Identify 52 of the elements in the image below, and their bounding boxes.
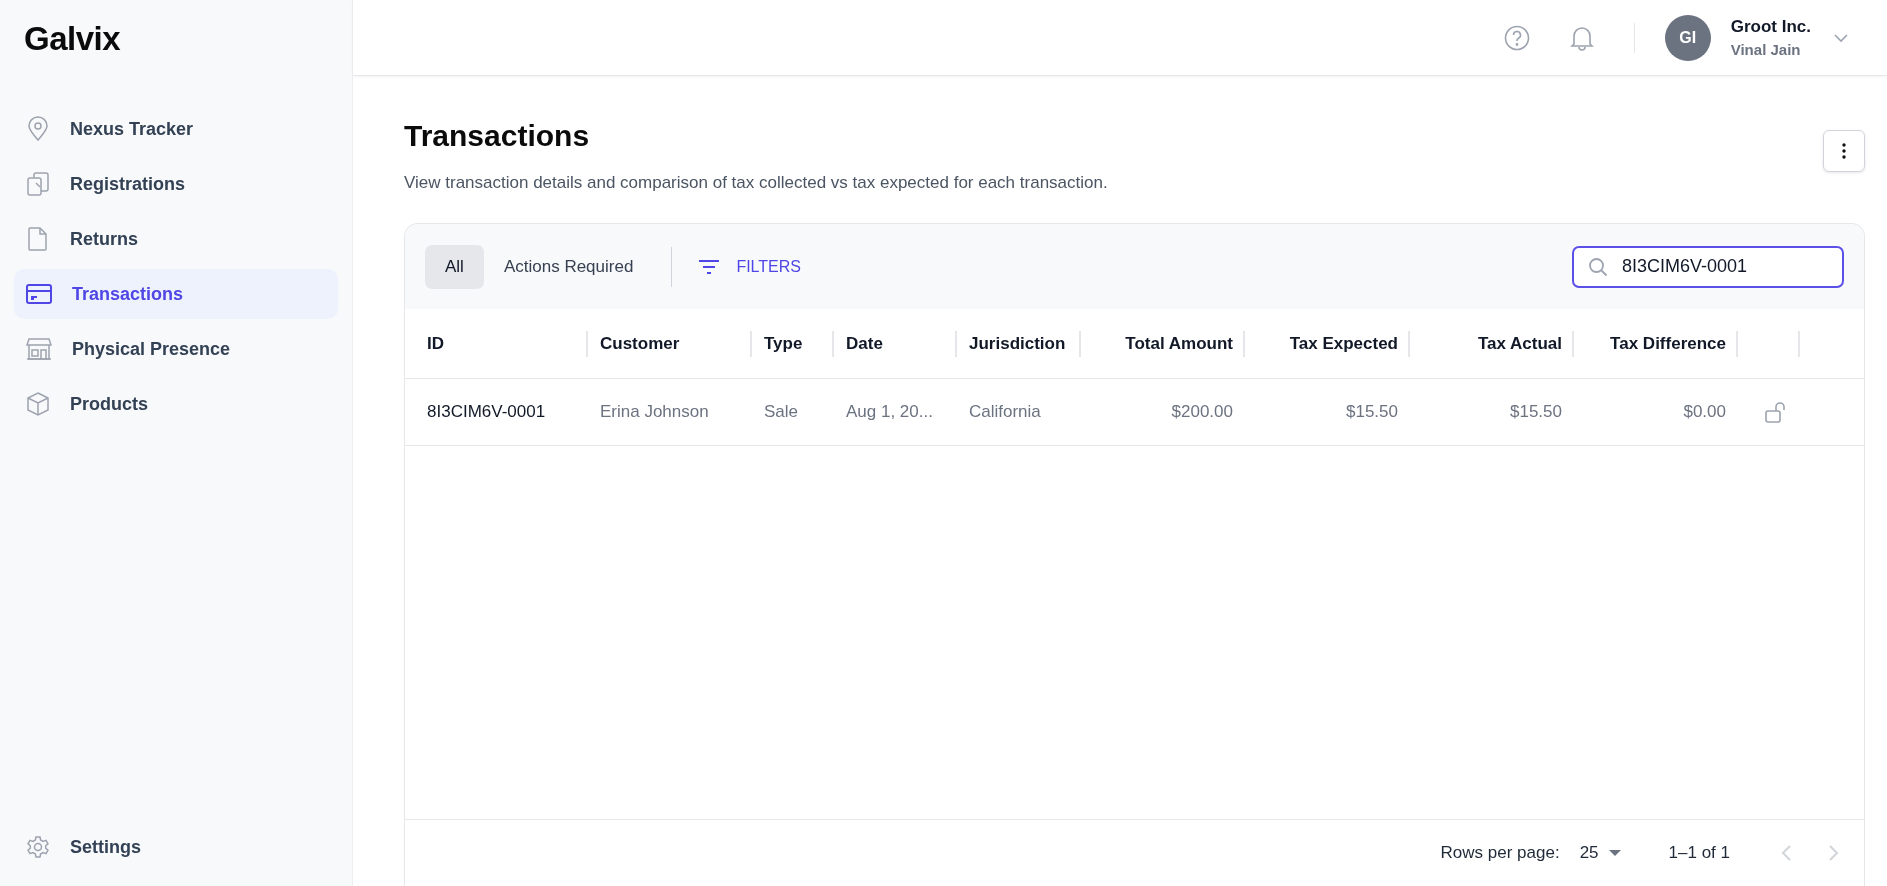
column-header: Tax Difference bbox=[1610, 333, 1726, 354]
filters-button[interactable]: FILTERS bbox=[698, 257, 801, 276]
table-cell: California bbox=[969, 402, 1041, 422]
clipboard-icon bbox=[26, 171, 50, 197]
nav-item[interactable]: Nexus Tracker bbox=[14, 104, 338, 154]
page-title: Transactions bbox=[404, 119, 591, 153]
rows-per-page-select[interactable]: 25 bbox=[1579, 843, 1621, 863]
location-pin-icon bbox=[26, 116, 50, 142]
filter-tab[interactable]: Actions Required bbox=[483, 244, 654, 289]
user-name: Vinal Jain bbox=[1730, 41, 1802, 58]
dropdown-caret-icon bbox=[1608, 850, 1621, 856]
page-subtitle: View transaction details and comparison of tax collected vs tax expected for each transaction. bbox=[404, 173, 1108, 193]
table-cell: $0.00 bbox=[1683, 402, 1726, 422]
column-header: Customer bbox=[600, 333, 680, 354]
table-cell: Sale bbox=[764, 402, 799, 422]
column-header: Type bbox=[764, 333, 803, 354]
nav-item[interactable]: Registrations bbox=[14, 159, 338, 209]
table-cell: $15.50 bbox=[1510, 402, 1562, 422]
column-header: Tax Expected bbox=[1289, 333, 1398, 354]
settings-icon bbox=[26, 835, 50, 859]
table-cell: $15.50 bbox=[1346, 402, 1398, 422]
filter-tab[interactable]: All bbox=[425, 244, 484, 289]
storefront-icon bbox=[26, 337, 52, 361]
cube-icon bbox=[26, 391, 50, 417]
nav-item[interactable]: Settings bbox=[14, 822, 338, 872]
help-icon[interactable] bbox=[1503, 24, 1530, 51]
more-vertical-icon bbox=[1842, 143, 1846, 159]
column-header: Tax Actual bbox=[1477, 333, 1562, 354]
brand-logo: Galvix bbox=[24, 20, 121, 58]
filter-icon bbox=[698, 258, 721, 275]
table-cell: $200.00 bbox=[1171, 402, 1233, 422]
column-header: ID bbox=[427, 333, 444, 354]
chevron-down-icon[interactable] bbox=[1833, 32, 1849, 43]
avatar[interactable]: GI bbox=[1664, 14, 1711, 61]
nav-item[interactable]: Transactions bbox=[14, 269, 338, 319]
company-name: Groot Inc. bbox=[1730, 17, 1811, 37]
table-cell: Aug 1, 20... bbox=[846, 402, 933, 422]
nav-item[interactable]: Physical Presence bbox=[14, 324, 338, 374]
more-options-button[interactable] bbox=[1823, 130, 1865, 172]
open-padlock-icon[interactable] bbox=[1764, 401, 1788, 423]
nav-item[interactable]: Products bbox=[14, 379, 338, 429]
credit-card-icon bbox=[26, 283, 52, 305]
column-header: Total Amount bbox=[1125, 333, 1233, 354]
document-icon bbox=[26, 226, 50, 252]
table-cell: 8I3CIM6V-0001 bbox=[427, 402, 546, 422]
rows-per-page-label: Rows per page: bbox=[1440, 843, 1560, 863]
table-cell: Erina Johnson bbox=[600, 402, 709, 422]
search-field[interactable]: 8I3CIM6V-0001 bbox=[1572, 245, 1844, 288]
column-header: Date bbox=[846, 333, 883, 354]
nav-item[interactable]: Returns bbox=[14, 214, 338, 264]
page-range: 1–1 of 1 bbox=[1668, 843, 1730, 863]
column-header: Jurisdiction bbox=[969, 333, 1066, 354]
